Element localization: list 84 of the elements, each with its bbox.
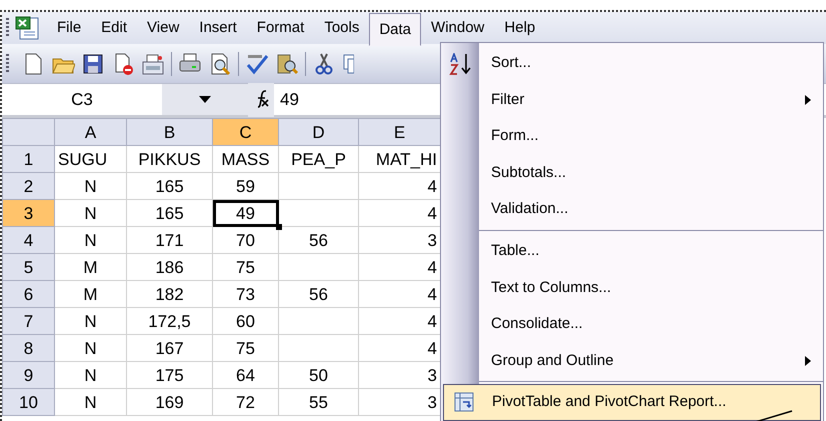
menu-item[interactable]: Help [494, 13, 546, 43]
sheet-cell[interactable]: 55 [278, 388, 358, 416]
menu-item[interactable]: Insert [189, 13, 247, 43]
sheet-cell[interactable]: M [54, 280, 126, 308]
menu-item[interactable]: Consolidate... [479, 306, 823, 343]
menu-item[interactable]: PivotTable and PivotChart Report... [443, 384, 821, 421]
pivot-table-icon [454, 392, 474, 412]
sheet-cell[interactable]: 171 [126, 226, 212, 254]
row-header[interactable]: 1 [2, 146, 54, 172]
row-header[interactable]: 5 [2, 254, 54, 280]
sheet-cell[interactable]: N [54, 200, 126, 226]
sheet-cell[interactable]: 165 [126, 172, 212, 200]
sheet-cell[interactable]: N [54, 226, 126, 254]
row-header[interactable]: 6 [2, 280, 54, 308]
menu-item[interactable]: Validation... [479, 191, 823, 228]
menu-item[interactable]: Subtotals... [479, 154, 823, 192]
menu-item[interactable]: Group and Outline [479, 342, 823, 380]
sheet-cell[interactable]: 182 [126, 280, 212, 308]
sheet-cell[interactable]: MASS [212, 146, 278, 172]
sheet-cell[interactable]: 175 [126, 362, 212, 388]
row-header[interactable]: 4 [2, 226, 54, 254]
menu-item[interactable]: Format [246, 13, 314, 43]
sheet-cell[interactable]: N [54, 172, 126, 200]
sheet-cell[interactable]: PEA_P [278, 146, 358, 172]
column-header[interactable]: B [126, 118, 212, 146]
menu-item[interactable]: Data [369, 13, 422, 46]
row-header[interactable]: 9 [2, 362, 54, 388]
menu-item[interactable]: View [137, 13, 190, 43]
column-header[interactable]: E [358, 118, 440, 146]
menu-item[interactable]: Text to Columns... [479, 270, 823, 306]
sort-ascending-icon [449, 53, 473, 75]
email-icon[interactable] [141, 52, 165, 76]
column-header[interactable]: A [54, 118, 126, 146]
submenu-arrow-icon [805, 94, 811, 105]
row-header[interactable]: 8 [2, 334, 54, 362]
sheet-cell[interactable]: 186 [126, 254, 212, 280]
sheet-cell[interactable]: SUGU [54, 146, 126, 172]
formula-field[interactable]: 49 [274, 86, 299, 112]
column-header[interactable]: D [278, 118, 358, 146]
menu-item[interactable]: File [47, 13, 92, 43]
research-icon[interactable] [275, 52, 299, 76]
sheet-cell[interactable]: 56 [278, 226, 358, 254]
sheet-cell[interactable]: 64 [212, 362, 278, 388]
sheet-cell[interactable]: N [54, 388, 126, 416]
copy-icon[interactable] [342, 52, 354, 76]
row-header[interactable]: 7 [2, 308, 54, 334]
sheet-cell[interactable] [278, 172, 358, 200]
sheet-cell[interactable]: 60 [212, 308, 278, 334]
sheet-cell[interactable]: 59 [212, 172, 278, 200]
menu-item[interactable]: Form... [479, 118, 823, 155]
menu-item[interactable]: Filter [479, 82, 823, 118]
menu-item[interactable]: Edit [91, 13, 138, 43]
spreadsheet-icon[interactable] [15, 16, 41, 40]
sheet-cell[interactable]: 172,5 [126, 308, 212, 334]
sheet-cell[interactable]: 50 [278, 362, 358, 388]
sheet-cell[interactable] [278, 254, 358, 280]
menu-item[interactable]: Tools [314, 13, 370, 43]
column-header[interactable]: C [212, 118, 278, 146]
fill-handle[interactable] [276, 224, 282, 230]
sheet-cell[interactable]: 72 [212, 388, 278, 416]
menu-item[interactable]: Table... [479, 232, 823, 270]
sheet-cell[interactable]: 75 [212, 334, 278, 362]
sheet-cell[interactable]: 75 [212, 254, 278, 280]
row-header[interactable]: 3 [2, 200, 54, 226]
save-icon[interactable] [81, 52, 105, 76]
sheet-cell[interactable]: 73 [212, 280, 278, 308]
submenu-arrow-icon [805, 356, 811, 366]
row-header[interactable]: 10 [2, 388, 54, 416]
sheet-cell[interactable]: 165 [126, 200, 212, 226]
sheet-cell[interactable]: N [54, 308, 126, 334]
menu-item[interactable]: Window [421, 13, 494, 43]
function-icon[interactable] [248, 82, 274, 116]
sheet-cell[interactable]: N [54, 362, 126, 388]
sheet-cell[interactable]: N [54, 334, 126, 362]
sheet-cell[interactable]: 167 [126, 334, 212, 362]
name-box[interactable]: C3 [2, 86, 162, 112]
sheet-cell[interactable]: M [54, 254, 126, 280]
row-header[interactable]: 2 [2, 172, 54, 200]
sheet-cell[interactable]: 56 [278, 280, 358, 308]
sheet-cell[interactable] [278, 334, 358, 362]
sheet-cell[interactable] [278, 308, 358, 334]
dropdown-arrow-icon[interactable] [199, 96, 211, 103]
sheet-cell[interactable]: 169 [126, 388, 212, 416]
sheet-cell[interactable]: PIKKUS [126, 146, 212, 172]
